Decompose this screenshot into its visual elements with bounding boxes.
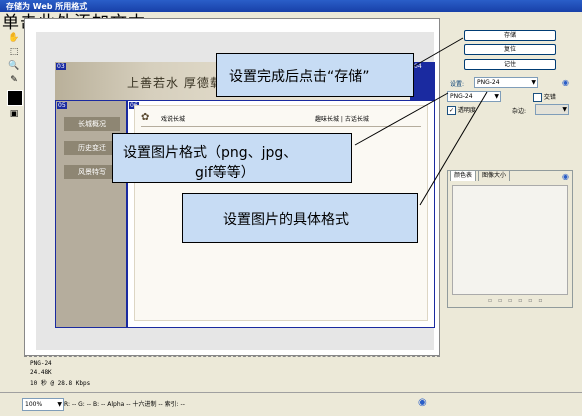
arrow-line-detail — [419, 91, 488, 206]
callout-format-line2: gif等等） — [195, 165, 255, 181]
callout-format-line1: 设置图片格式（png、jpg、 — [123, 145, 298, 161]
callout-detail: 设置图片的具体格式 — [182, 193, 418, 243]
callout-save-text: 设置完成后点击“存储” — [229, 69, 370, 85]
callout-detail-text: 设置图片的具体格式 — [223, 212, 349, 228]
callout-format: 设置图片格式（png、jpg、 gif等等） — [112, 133, 352, 183]
callout-save: 设置完成后点击“存储” — [216, 53, 414, 97]
arrow-line-format — [354, 92, 449, 146]
